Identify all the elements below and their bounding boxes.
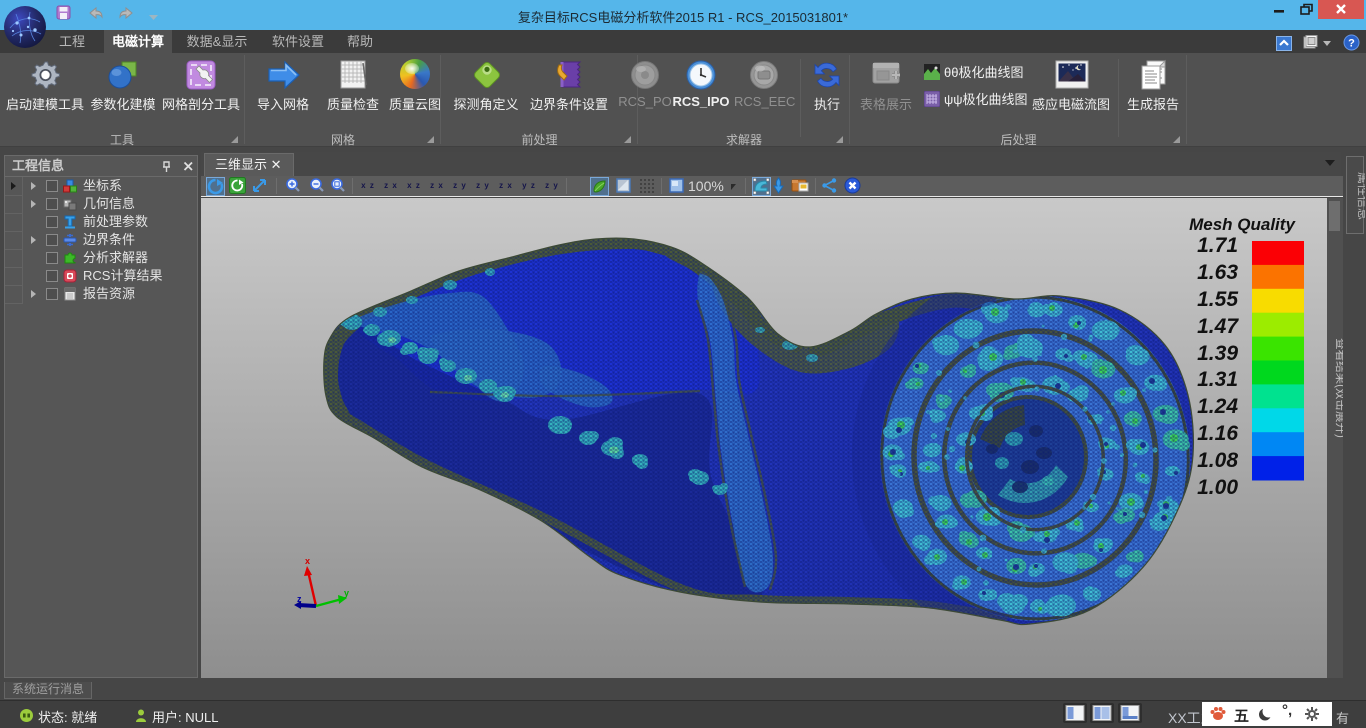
svg-text:x: x	[305, 556, 310, 566]
svg-text:1.31: 1.31	[1197, 368, 1238, 391]
svg-text:1.71: 1.71	[1197, 234, 1238, 257]
svg-text:?: ?	[1348, 38, 1355, 50]
svg-text:属性信息: 属性信息	[1356, 172, 1365, 220]
svg-text:Mesh Quality: Mesh Quality	[1189, 215, 1296, 234]
svg-text:1.39: 1.39	[1197, 342, 1238, 365]
svg-text:1.08: 1.08	[1197, 449, 1238, 472]
svg-text:1.47: 1.47	[1197, 315, 1239, 338]
svg-text:1.16: 1.16	[1197, 422, 1238, 445]
svg-text:1.55: 1.55	[1197, 288, 1238, 311]
svg-text:1.00: 1.00	[1197, 476, 1238, 499]
svg-text:1.24: 1.24	[1197, 395, 1238, 418]
svg-text:z: z	[297, 594, 302, 604]
svg-text:查看结果(双击展开): 查看结果(双击展开)	[1334, 338, 1343, 438]
svg-text:1.63: 1.63	[1197, 261, 1238, 284]
svg-text:y: y	[344, 588, 349, 598]
